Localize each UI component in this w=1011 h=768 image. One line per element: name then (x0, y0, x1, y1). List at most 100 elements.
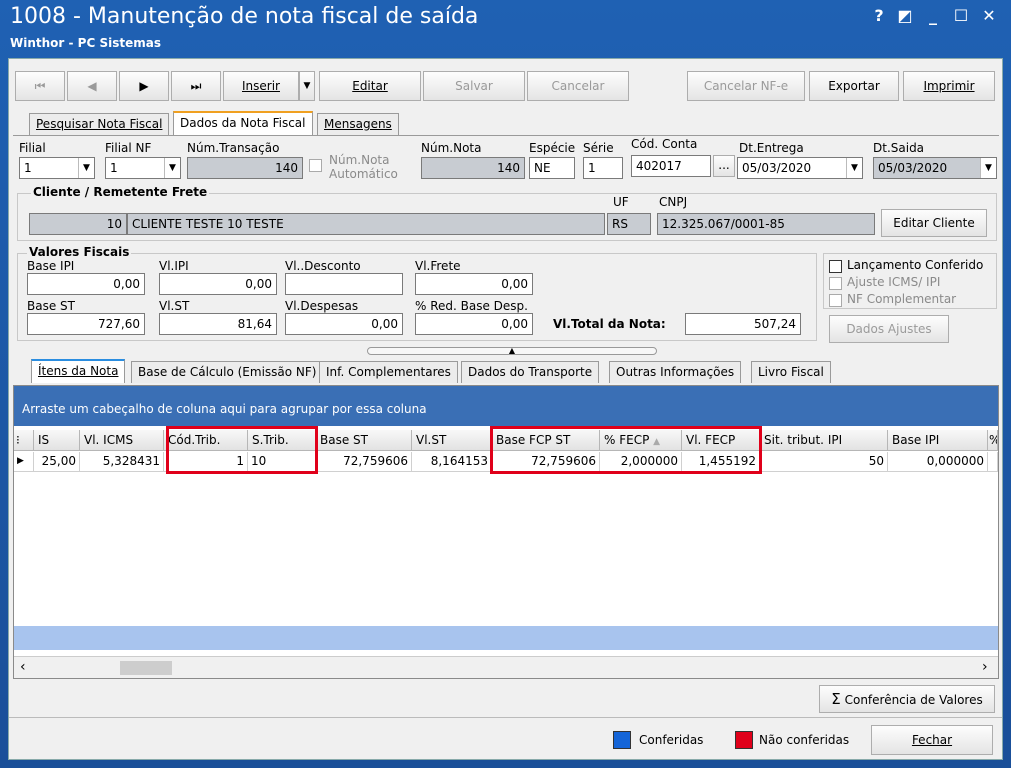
cancelar-nfe-button[interactable]: Cancelar NF-e (687, 71, 805, 101)
first-record-button[interactable]: ⏮ (15, 71, 65, 101)
cell-base-st[interactable]: 72,759606 (316, 452, 412, 472)
vl-despesas-label: Vl.Despesas (285, 299, 359, 313)
group-by-panel[interactable]: Arraste um cabeçalho de coluna aqui para… (14, 386, 998, 426)
fechar-button[interactable]: Fechar (871, 725, 993, 755)
conferencia-valores-button[interactable]: Σ Conferência de Valores (819, 685, 995, 713)
inserir-button[interactable]: Inserir (223, 71, 299, 101)
base-st-field[interactable]: 727,60 (27, 313, 145, 335)
num-nota-automatico-checkbox[interactable] (309, 159, 322, 172)
column-header-vl-st[interactable]: Vl.ST (412, 430, 492, 451)
column-header-base-ipi[interactable]: Base IPI (888, 430, 988, 451)
tab-pesquisar-nota[interactable]: Pesquisar Nota Fiscal (29, 113, 170, 135)
editar-cliente-button[interactable]: Editar Cliente (881, 209, 987, 237)
tab-base-calculo[interactable]: Base de Cálculo (Emissão NF) (131, 361, 324, 383)
vl-frete-label: Vl.Frete (415, 259, 461, 273)
row-indicator-header[interactable]: ⁝ (14, 430, 34, 451)
imprimir-button[interactable]: Imprimir (903, 71, 995, 101)
cancelar-button[interactable]: Cancelar (527, 71, 629, 101)
cell-base-ipi[interactable]: 0,000000 (888, 452, 988, 472)
cod-conta-field[interactable]: 402017 (631, 155, 711, 177)
column-header-vl-icms[interactable]: Vl. ICMS (80, 430, 164, 451)
uf-field[interactable]: RS (607, 213, 651, 235)
scroll-right-icon[interactable]: › (982, 659, 988, 675)
exportar-button[interactable]: Exportar (809, 71, 899, 101)
cell-perc[interactable] (988, 452, 998, 472)
red-base-field[interactable]: 0,00 (415, 313, 533, 335)
maximize-icon[interactable]: ☐ (950, 6, 972, 25)
dt-entrega-value: 05/03/2020 (742, 161, 812, 175)
num-transacao-field[interactable]: 140 (187, 157, 303, 179)
filial-nf-label: Filial NF (105, 141, 152, 155)
horizontal-scrollbar[interactable]: ‹ › (14, 656, 998, 678)
filial-label: Filial (19, 141, 46, 155)
client-area: ⏮ ◀ ▶ ⏭ Inserir ▼ Editar Salvar Cancelar… (8, 58, 1003, 760)
vl-total-field[interactable]: 507,24 (685, 313, 801, 335)
cnpj-field[interactable]: 12.325.067/0001-85 (657, 213, 875, 235)
dt-saida-field[interactable]: 05/03/2020 ▼ (873, 157, 997, 179)
title-bar[interactable]: 1008 - Manutenção de nota fiscal de saíd… (0, 0, 1011, 56)
base-st-label: Base ST (27, 299, 75, 313)
vl-st-field[interactable]: 81,64 (159, 313, 277, 335)
sigma-icon: Σ (831, 690, 841, 708)
tab-dados-nota[interactable]: Dados da Nota Fiscal (173, 111, 313, 135)
especie-field[interactable]: NE (529, 157, 575, 179)
vl-st-label: Vl.ST (159, 299, 190, 313)
filial-select[interactable]: 1 ▼ (19, 157, 95, 179)
column-header-base-st[interactable]: Base ST (316, 430, 412, 451)
tab-inf-complementares[interactable]: Inf. Complementares (319, 361, 458, 383)
splitter-handle[interactable]: ▲ (367, 347, 657, 355)
cell-is[interactable]: 25,00 (34, 452, 80, 472)
last-record-button[interactable]: ⏭ (171, 71, 221, 101)
vl-despesas-field[interactable]: 0,00 (285, 313, 403, 335)
help-icon[interactable]: ? (868, 6, 890, 25)
cliente-codigo-field[interactable]: 10 (29, 213, 127, 235)
itens-grid: Arraste um cabeçalho de coluna aqui para… (13, 385, 999, 679)
base-ipi-label: Base IPI (27, 259, 75, 273)
tab-livro-fiscal[interactable]: Livro Fiscal (751, 361, 831, 383)
nf-complementar-checkbox[interactable] (829, 294, 842, 307)
editar-button[interactable]: Editar (319, 71, 421, 101)
prev-record-button[interactable]: ◀ (67, 71, 117, 101)
scroll-thumb[interactable] (120, 661, 172, 675)
vl-frete-field[interactable]: 0,00 (415, 273, 533, 295)
column-header-sit-trib-ipi[interactable]: Sit. tribut. IPI (760, 430, 888, 451)
conferidas-swatch (613, 731, 631, 749)
tab-itens-nota[interactable]: Ítens da Nota (31, 359, 126, 383)
dados-ajustes-button[interactable]: Dados Ajustes (829, 315, 949, 343)
serie-field[interactable]: 1 (583, 157, 623, 179)
column-header-perc[interactable]: % (988, 430, 998, 451)
red-base-label: % Red. Base Desp. (415, 299, 528, 313)
cell-sit-trib-ipi[interactable]: 50 (760, 452, 888, 472)
base-ipi-field[interactable]: 0,00 (27, 273, 145, 295)
scroll-left-icon[interactable]: ‹ (20, 659, 26, 675)
next-record-button[interactable]: ▶ (119, 71, 169, 101)
inserir-dropdown-icon[interactable]: ▼ (299, 71, 315, 101)
salvar-button[interactable]: Salvar (423, 71, 525, 101)
lancamento-conferido-label: Lançamento Conferido (847, 258, 984, 272)
row-pointer-icon: ▶ (14, 452, 34, 472)
cliente-nome-field[interactable]: CLIENTE TESTE 10 TESTE (127, 213, 605, 235)
tab-outras-informacoes[interactable]: Outras Informações (609, 361, 742, 383)
cell-vl-st[interactable]: 8,164153 (412, 452, 492, 472)
filial-nf-select[interactable]: 1 ▼ (105, 157, 181, 179)
num-nota-label: Núm.Nota (421, 141, 482, 155)
num-nota-field[interactable]: 140 (421, 157, 525, 179)
column-header-is[interactable]: IS (34, 430, 80, 451)
cod-conta-lookup-button[interactable]: ... (713, 155, 735, 177)
tab-mensagens[interactable]: Mensagens (317, 113, 399, 135)
lancamento-conferido-checkbox[interactable] (829, 260, 842, 273)
app-window: 1008 - Manutenção de nota fiscal de saíd… (0, 0, 1011, 768)
dt-entrega-field[interactable]: 05/03/2020 ▼ (737, 157, 863, 179)
dt-saida-label: Dt.Saida (873, 141, 925, 155)
conferencia-valores-label: Conferência de Valores (844, 693, 983, 707)
ajuste-icms-checkbox[interactable] (829, 277, 842, 290)
minimize-icon[interactable]: _ (922, 6, 944, 25)
vl-ipi-field[interactable]: 0,00 (159, 273, 277, 295)
filial-value: 1 (24, 161, 32, 175)
num-nota-automatico-label-2: Automático (329, 167, 398, 181)
restore-icon[interactable]: ◩ (894, 6, 916, 25)
cell-vl-icms[interactable]: 5,328431 (80, 452, 164, 472)
tab-dados-transporte[interactable]: Dados do Transporte (461, 361, 600, 383)
vl-desconto-field[interactable] (285, 273, 403, 295)
close-icon[interactable]: ✕ (978, 6, 1000, 25)
